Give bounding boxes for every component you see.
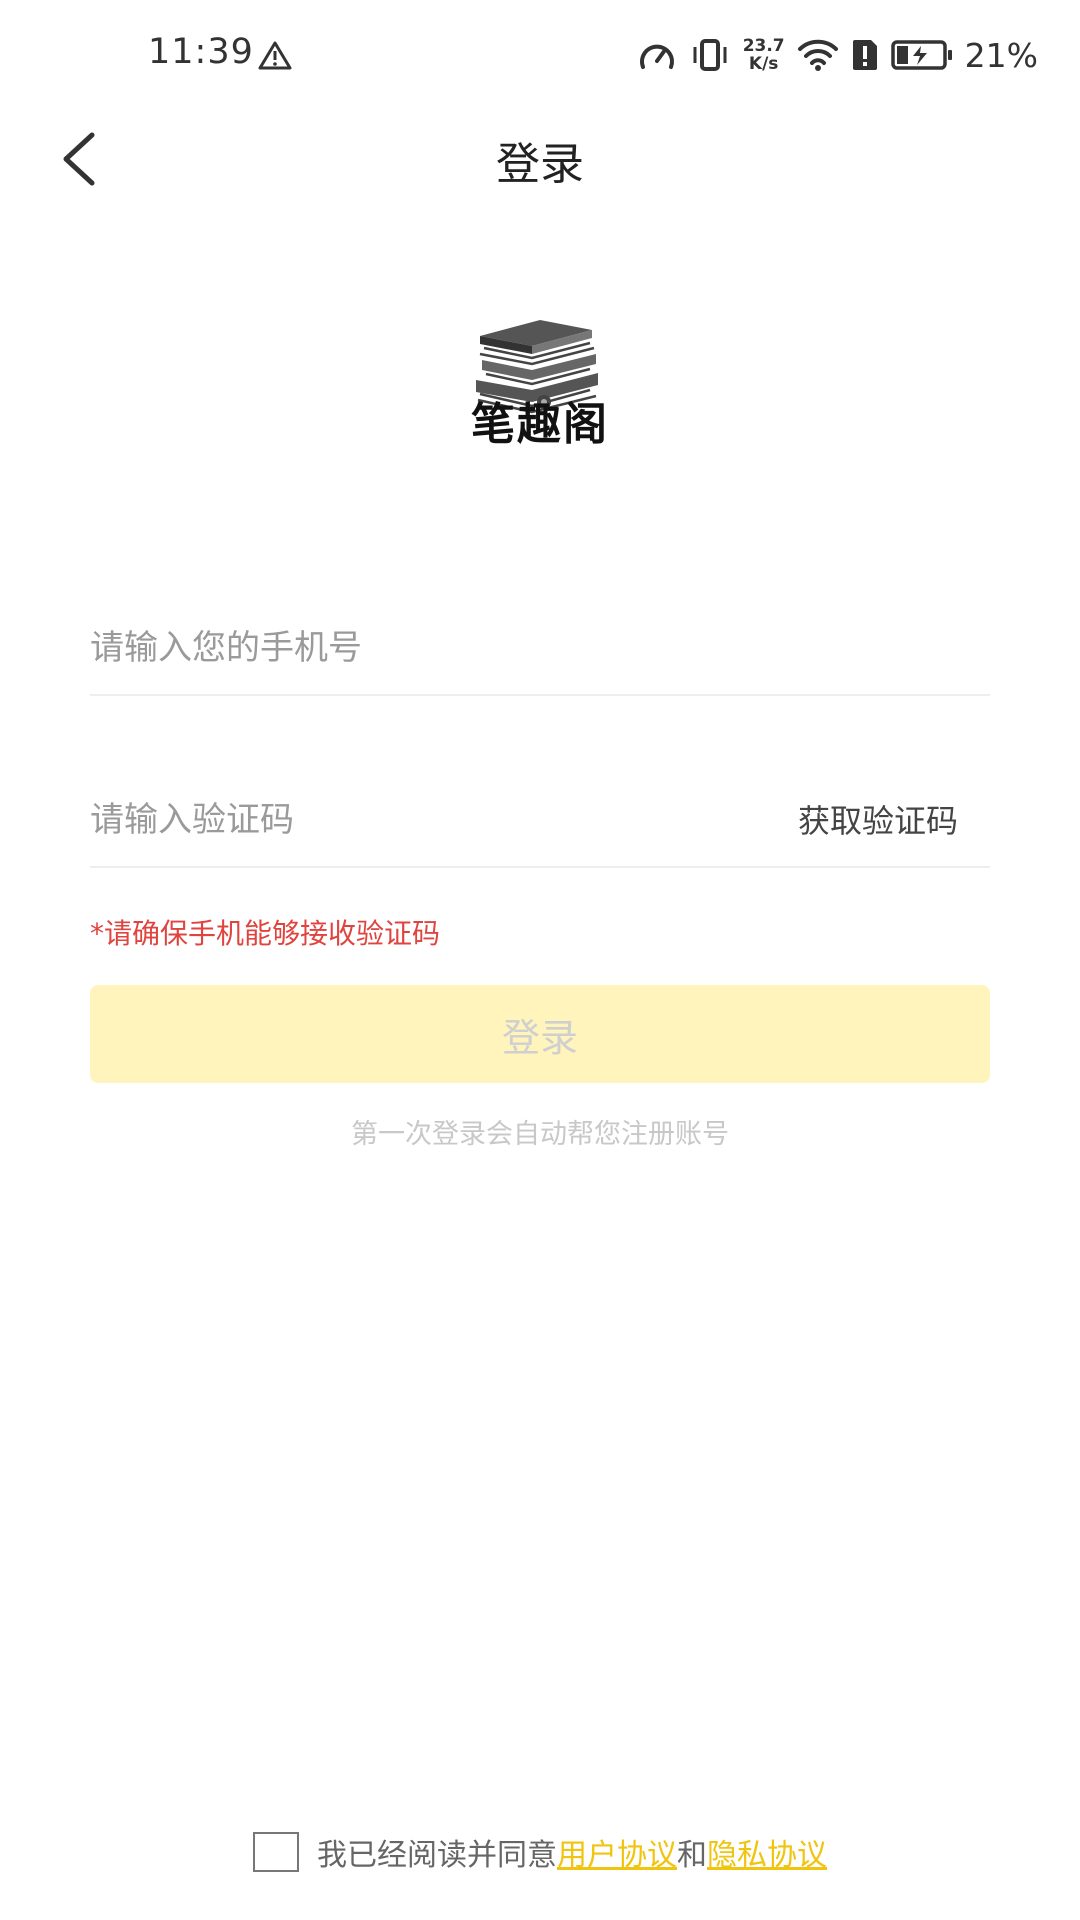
sms-hint: *请确保手机能够接收验证码 (90, 917, 441, 950)
privacy-agreement-link[interactable]: 隐私协议 (707, 1830, 827, 1874)
battery-charging-icon (890, 40, 952, 70)
app-name-logo: 笔趣阁 (471, 399, 609, 450)
user-agreement-link[interactable]: 用户协议 (557, 1830, 677, 1874)
battery-percent: 21% (964, 35, 1038, 75)
page-title: 登录 (496, 139, 584, 190)
sim-alert-icon (852, 40, 877, 70)
get-code-button[interactable]: 获取验证码 (798, 796, 958, 842)
phone-field-row (90, 596, 990, 696)
agree-checkbox[interactable] (253, 1832, 299, 1872)
network-speed-value: 23.7 (742, 36, 785, 56)
verification-code-input[interactable] (90, 790, 710, 850)
phone-input[interactable] (90, 618, 710, 678)
network-speed-unit: K/s (748, 54, 779, 74)
agreement-row: 我已经阅读并同意 用户协议 和 隐私协议 (0, 1830, 1080, 1874)
status-icons: 23.7 K/s 21% (637, 34, 1038, 76)
warning-icon (258, 41, 292, 70)
agreement-prefix: 我已经阅读并同意 (317, 1838, 557, 1873)
title-bar: 登录 (0, 108, 1080, 208)
vibrate-icon (693, 39, 727, 71)
login-button[interactable]: 登录 (90, 985, 990, 1083)
status-bar: 11:39 23.7 K/s 21% (0, 0, 1080, 108)
agreement-conjunction: 和 (677, 1838, 707, 1873)
auto-register-note: 第一次登录会自动帮您注册账号 (351, 1119, 729, 1150)
login-screen: 11:39 23.7 K/s 21% 登录 笔趣阁 请输入您的手机号 请输入验证… (0, 0, 1080, 1920)
code-field-row: 获取验证码 (90, 768, 990, 868)
status-time: 11:39 (148, 32, 254, 72)
network-speed: 23.7 K/s (743, 37, 785, 73)
wifi-icon (797, 39, 838, 71)
speedometer-icon (639, 44, 674, 69)
